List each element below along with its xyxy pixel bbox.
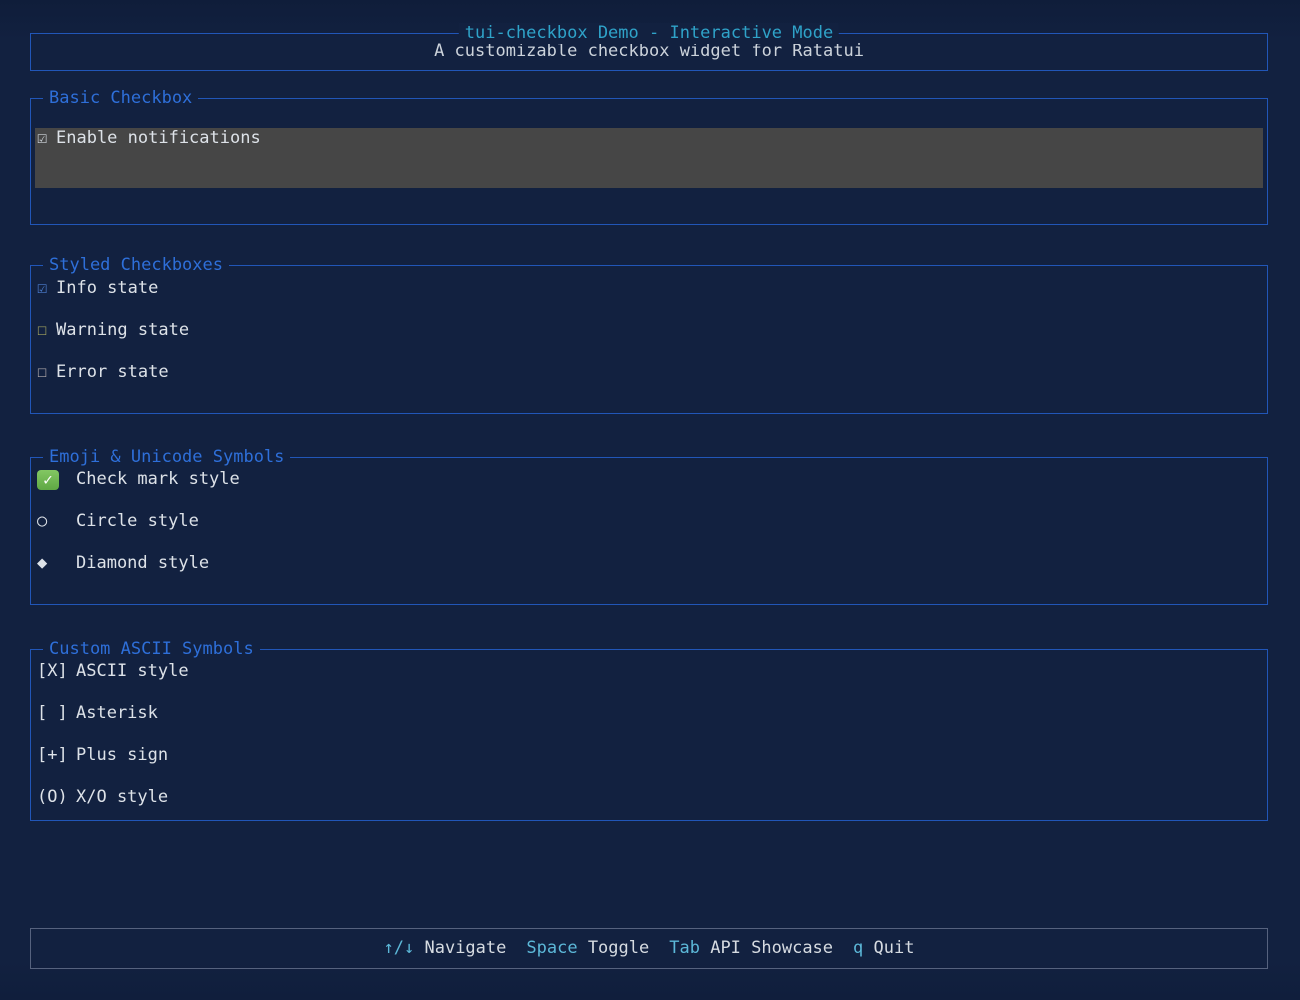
checkbox-label: Asterisk — [76, 703, 158, 724]
hint-label-quit: Quit — [874, 938, 915, 958]
checkbox-row-ascii-style[interactable]: [X] ASCII style — [37, 661, 1267, 682]
section-title-emoji: Emoji & Unicode Symbols — [43, 447, 290, 468]
checkbox-row-plus-sign[interactable]: [+] Plus sign — [37, 745, 1267, 766]
ascii-checked-icon: [X] — [37, 661, 76, 682]
checkbox-row-check-mark-style[interactable]: Check mark style — [37, 469, 1267, 490]
section-basic-checkbox: Basic Checkbox ☑ Enable notifications — [30, 98, 1268, 225]
emoji-checkbox-list: Check mark style ○ Circle style ◆ Diamon… — [31, 458, 1267, 574]
checkbox-label: Plus sign — [76, 745, 168, 766]
keyboard-hints: ↑/↓ Navigate Space Toggle Tab API Showcase… — [31, 929, 1267, 967]
checkbox-row-enable-notifications[interactable]: ☑ Enable notifications — [35, 128, 1263, 149]
checkbox-label: Error state — [56, 362, 169, 383]
checkbox-row-info-state[interactable]: ☑ Info state — [37, 278, 1267, 299]
xo-checked-icon: (O) — [37, 787, 76, 808]
section-title-ascii: Custom ASCII Symbols — [43, 639, 260, 660]
section-title-basic: Basic Checkbox — [43, 88, 198, 109]
checkbox-row-asterisk[interactable]: [ ] Asterisk — [37, 703, 1267, 724]
section-styled-checkboxes: Styled Checkboxes ☑ Info state ☐ Warning… — [30, 265, 1268, 414]
hint-label-navigate: Navigate — [424, 938, 506, 958]
styled-checkbox-list: ☑ Info state ☐ Warning state ☐ Error sta… — [31, 266, 1267, 383]
selected-row-highlight[interactable]: ☑ Enable notifications — [35, 128, 1263, 188]
checkbox-label: ASCII style — [76, 661, 189, 682]
checkbox-checked-icon: ☑ — [37, 128, 56, 149]
checkbox-label: Enable notifications — [56, 128, 261, 149]
circle-unchecked-icon: ○ — [37, 511, 76, 532]
checkbox-label: Warning state — [56, 320, 189, 341]
checkbox-row-error-state[interactable]: ☐ Error state — [37, 362, 1267, 383]
checkbox-checked-info-icon: ☑ — [37, 278, 56, 299]
hint-key-q: q — [853, 938, 863, 958]
header-box: tui-checkbox Demo - Interactive Mode A c… — [30, 33, 1268, 71]
checkbox-row-diamond-style[interactable]: ◆ Diamond style — [37, 553, 1267, 574]
checkbox-row-warning-state[interactable]: ☐ Warning state — [37, 320, 1267, 341]
check-mark-emoji-icon — [37, 470, 59, 490]
hint-quit: q Quit — [853, 938, 914, 958]
hint-api-showcase: Tab API Showcase — [669, 938, 833, 958]
diamond-checked-icon: ◆ — [37, 553, 76, 574]
checkbox-label: Diamond style — [76, 553, 209, 574]
checkbox-label: X/O style — [76, 787, 168, 808]
hint-toggle: Space Toggle — [526, 938, 649, 958]
ascii-unchecked-icon: [ ] — [37, 703, 76, 724]
hint-label-api-showcase: API Showcase — [710, 938, 833, 958]
section-custom-ascii-symbols: Custom ASCII Symbols [X] ASCII style [ ]… — [30, 649, 1268, 821]
hint-navigate: ↑/↓ Navigate — [384, 938, 507, 958]
hint-label-toggle: Toggle — [588, 938, 649, 958]
checkbox-unchecked-error-icon: ☐ — [37, 362, 56, 383]
ascii-checkbox-list: [X] ASCII style [ ] Asterisk [+] Plus si… — [31, 650, 1267, 808]
app-title: tui-checkbox Demo - Interactive Mode — [459, 23, 839, 44]
hint-key-tab: Tab — [669, 938, 700, 958]
checkbox-row-circle-style[interactable]: ○ Circle style — [37, 511, 1267, 532]
footer-box: ↑/↓ Navigate Space Toggle Tab API Showcase… — [30, 928, 1268, 969]
checkbox-row-xo-style[interactable]: (O) X/O style — [37, 787, 1267, 808]
checkbox-label: Circle style — [76, 511, 199, 532]
hint-key-space: Space — [526, 938, 577, 958]
hint-key-arrows: ↑/↓ — [384, 938, 415, 958]
section-title-styled: Styled Checkboxes — [43, 255, 229, 276]
section-emoji-unicode-symbols: Emoji & Unicode Symbols Check mark style… — [30, 457, 1268, 605]
plus-checked-icon: [+] — [37, 745, 76, 766]
checkbox-label: Info state — [56, 278, 158, 299]
checkbox-label: Check mark style — [76, 469, 240, 490]
checkbox-unchecked-warning-icon: ☐ — [37, 320, 56, 341]
terminal-screen: tui-checkbox Demo - Interactive Mode A c… — [0, 0, 1300, 1000]
